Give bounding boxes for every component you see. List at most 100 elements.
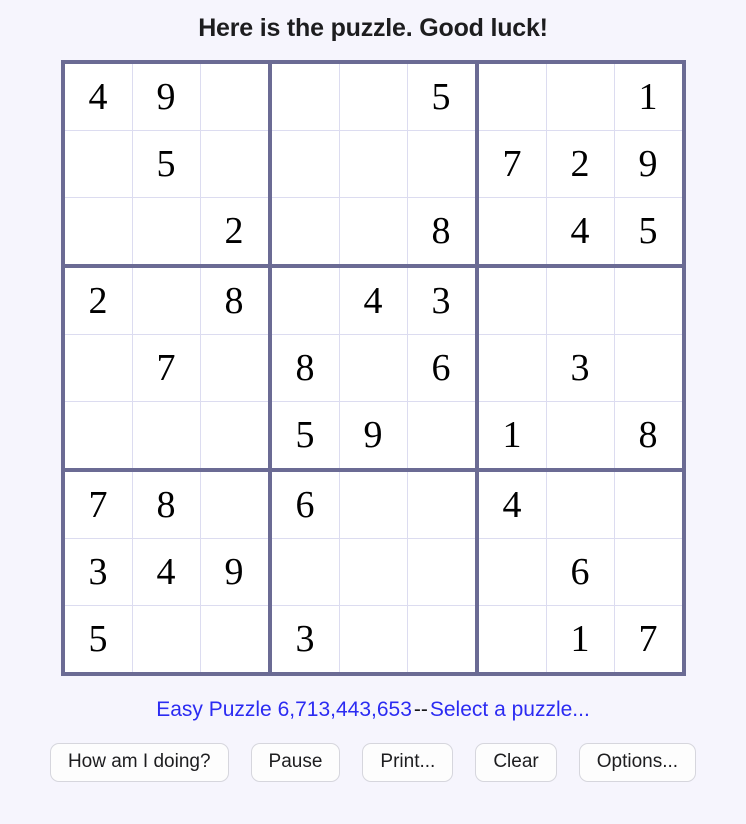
- sudoku-row: 5918: [62, 401, 684, 472]
- sudoku-cell-r9c4[interactable]: 3: [269, 605, 340, 675]
- sudoku-cell-r1c1[interactable]: 4: [62, 61, 133, 131]
- sudoku-cell-r8c8[interactable]: 6: [545, 538, 615, 606]
- sudoku-cell-r7c4[interactable]: 6: [269, 469, 340, 539]
- sudoku-cell-r8c5[interactable]: [338, 538, 408, 606]
- sudoku-cell-r4c7[interactable]: [476, 265, 547, 335]
- sudoku-row: 349 6: [62, 538, 684, 606]
- sudoku-cell-r5c2[interactable]: 7: [131, 334, 201, 402]
- how-am-i-doing-button[interactable]: How am I doing?: [49, 743, 229, 782]
- sudoku-cell-r3c1[interactable]: [62, 197, 133, 268]
- sudoku-cell-r6c6[interactable]: [406, 401, 479, 472]
- sudoku-cell-r4c6[interactable]: 3: [406, 265, 479, 335]
- sudoku-cell-r1c3[interactable]: [199, 61, 272, 131]
- sudoku-cell-r9c8[interactable]: 1: [545, 605, 615, 675]
- sudoku-cell-r7c5[interactable]: [338, 469, 408, 539]
- sudoku-cell-r9c5[interactable]: [338, 605, 408, 675]
- sudoku-cell-r3c4[interactable]: [269, 197, 340, 268]
- sudoku-cell-r1c9[interactable]: 1: [613, 61, 684, 131]
- sudoku-row: 2843: [62, 265, 684, 335]
- sudoku-cell-r2c2[interactable]: 5: [131, 130, 201, 198]
- sudoku-cell-r8c1[interactable]: 3: [62, 538, 133, 606]
- sudoku-cell-r7c2[interactable]: 8: [131, 469, 201, 539]
- sudoku-cell-r9c9[interactable]: 7: [613, 605, 684, 675]
- sudoku-cell-r1c2[interactable]: 9: [131, 61, 201, 131]
- sudoku-cell-r4c1[interactable]: 2: [62, 265, 133, 335]
- puzzle-status-line: Easy Puzzle 6,713,443,653--Select a puzz…: [156, 698, 590, 722]
- sudoku-cell-r3c7[interactable]: [476, 197, 547, 268]
- sudoku-cell-r2c8[interactable]: 2: [545, 130, 615, 198]
- sudoku-cell-r2c6[interactable]: [406, 130, 479, 198]
- sudoku-row: 5 3 17: [62, 605, 684, 675]
- sudoku-cell-r7c3[interactable]: [199, 469, 272, 539]
- sudoku-cell-r5c9[interactable]: [613, 334, 684, 402]
- sudoku-cell-r1c8[interactable]: [545, 61, 615, 131]
- select-puzzle-link[interactable]: Select a puzzle...: [430, 698, 590, 721]
- sudoku-cell-r6c7[interactable]: 1: [476, 401, 547, 472]
- sudoku-cell-r1c6[interactable]: 5: [406, 61, 479, 131]
- sudoku-cell-r6c4[interactable]: 5: [269, 401, 340, 472]
- sudoku-cell-r4c9[interactable]: [613, 265, 684, 335]
- sudoku-cell-r6c2[interactable]: [131, 401, 201, 472]
- sudoku-cell-r8c6[interactable]: [406, 538, 479, 606]
- sudoku-cell-r4c8[interactable]: [545, 265, 615, 335]
- sudoku-cell-r9c7[interactable]: [476, 605, 547, 675]
- sudoku-cell-r6c5[interactable]: 9: [338, 401, 408, 472]
- puzzle-id-link[interactable]: Easy Puzzle 6,713,443,653: [156, 698, 412, 721]
- sudoku-cell-r7c7[interactable]: 4: [476, 469, 547, 539]
- sudoku-cell-r2c1[interactable]: [62, 130, 133, 198]
- sudoku-cell-r6c3[interactable]: [199, 401, 272, 472]
- sudoku-cell-r5c1[interactable]: [62, 334, 133, 402]
- sudoku-cell-r3c3[interactable]: 2: [199, 197, 272, 268]
- sudoku-cell-r1c7[interactable]: [476, 61, 547, 131]
- sudoku-cell-r4c2[interactable]: [131, 265, 201, 335]
- sudoku-cell-r6c8[interactable]: [545, 401, 615, 472]
- pause-button[interactable]: Pause: [250, 743, 341, 782]
- sudoku-cell-r6c1[interactable]: [62, 401, 133, 472]
- sudoku-cell-r2c7[interactable]: 7: [476, 130, 547, 198]
- sudoku-grid[interactable]: 495157292845284378635918786434965317: [60, 60, 686, 676]
- sudoku-cell-r2c3[interactable]: [199, 130, 272, 198]
- sudoku-page: Here is the puzzle. Good luck! 495157292…: [0, 0, 746, 824]
- sudoku-cell-r3c5[interactable]: [338, 197, 408, 268]
- sudoku-cell-r9c2[interactable]: [131, 605, 201, 675]
- sudoku-cell-r5c8[interactable]: 3: [545, 334, 615, 402]
- options-button[interactable]: Options...: [578, 743, 697, 782]
- sudoku-cell-r5c4[interactable]: 8: [269, 334, 340, 402]
- sudoku-cell-r9c6[interactable]: [406, 605, 479, 675]
- sudoku-cell-r3c9[interactable]: 5: [613, 197, 684, 268]
- sudoku-cell-r4c5[interactable]: 4: [338, 265, 408, 335]
- sudoku-grid-container: 495157292845284378635918786434965317: [60, 60, 686, 676]
- sudoku-cell-r3c8[interactable]: 4: [545, 197, 615, 268]
- sudoku-cell-r9c3[interactable]: [199, 605, 272, 675]
- print-button[interactable]: Print...: [362, 743, 454, 782]
- sudoku-cell-r5c3[interactable]: [199, 334, 272, 402]
- sudoku-cell-r5c6[interactable]: 6: [406, 334, 479, 402]
- sudoku-cell-r4c4[interactable]: [269, 265, 340, 335]
- sudoku-cell-r8c3[interactable]: 9: [199, 538, 272, 606]
- sudoku-cell-r3c2[interactable]: [131, 197, 201, 268]
- sudoku-cell-r7c8[interactable]: [545, 469, 615, 539]
- sudoku-cell-r3c6[interactable]: 8: [406, 197, 479, 268]
- sudoku-row: 49 5 1: [62, 61, 684, 131]
- sudoku-cell-r4c3[interactable]: 8: [199, 265, 272, 335]
- clear-button[interactable]: Clear: [475, 743, 557, 782]
- sudoku-cell-r7c6[interactable]: [406, 469, 479, 539]
- sudoku-cell-r5c5[interactable]: [338, 334, 408, 402]
- sudoku-cell-r8c9[interactable]: [613, 538, 684, 606]
- sudoku-cell-r2c9[interactable]: 9: [613, 130, 684, 198]
- sudoku-cell-r2c5[interactable]: [338, 130, 408, 198]
- sudoku-cell-r7c9[interactable]: [613, 469, 684, 539]
- sudoku-cell-r7c1[interactable]: 7: [62, 469, 133, 539]
- sudoku-cell-r1c5[interactable]: [338, 61, 408, 131]
- sudoku-cell-r8c2[interactable]: 4: [131, 538, 201, 606]
- sudoku-cell-r1c4[interactable]: [269, 61, 340, 131]
- sudoku-row: 5 729: [62, 130, 684, 198]
- sudoku-row: 786 4: [62, 469, 684, 539]
- sudoku-cell-r5c7[interactable]: [476, 334, 547, 402]
- sudoku-cell-r2c4[interactable]: [269, 130, 340, 198]
- sudoku-cell-r6c9[interactable]: 8: [613, 401, 684, 472]
- sudoku-cell-r8c7[interactable]: [476, 538, 547, 606]
- sudoku-cell-r9c1[interactable]: 5: [62, 605, 133, 675]
- sudoku-row: 7863: [62, 334, 684, 402]
- sudoku-cell-r8c4[interactable]: [269, 538, 340, 606]
